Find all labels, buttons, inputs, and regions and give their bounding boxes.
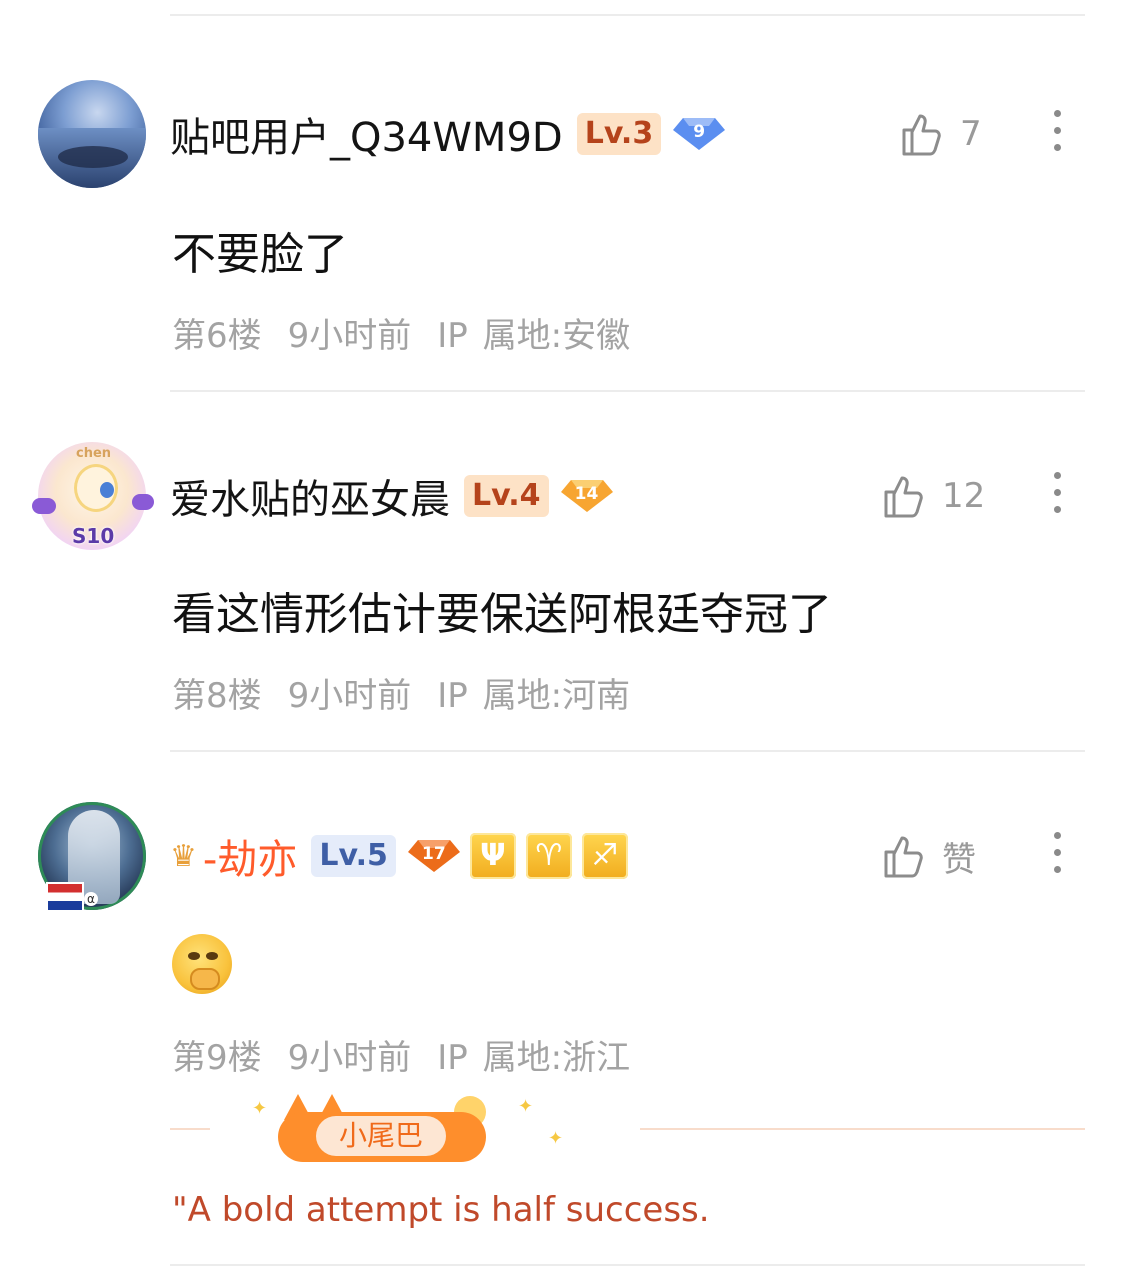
divider bbox=[170, 14, 1085, 16]
star-icon: ✦ bbox=[548, 1128, 564, 1149]
avatar[interactable] bbox=[38, 80, 146, 188]
post-time: 9小时前 bbox=[287, 316, 412, 356]
gem-number: 17 bbox=[422, 844, 446, 864]
star-icon: ✦ bbox=[518, 1096, 534, 1117]
level-badge: Lv.4 bbox=[464, 475, 549, 517]
gem-icon: 14 bbox=[560, 478, 613, 514]
tail-divider bbox=[640, 1128, 1085, 1130]
flag-icon bbox=[46, 882, 84, 912]
floor-number: 第8楼 bbox=[172, 676, 262, 716]
gem-number: 14 bbox=[574, 484, 599, 504]
username[interactable]: -劫亦 bbox=[203, 827, 297, 885]
avatar-badge: α bbox=[84, 892, 98, 906]
ip-location: IP 属地:河南 bbox=[437, 676, 631, 716]
like-label: 赞 bbox=[942, 839, 976, 880]
sagittarius-tag-icon: ♐ bbox=[581, 833, 628, 879]
floor-number: 第9楼 bbox=[172, 1038, 262, 1078]
comment-header: 贴吧用户_Q34WM9D Lv.3 9 bbox=[170, 80, 726, 188]
post-time: 9小时前 bbox=[287, 1038, 412, 1078]
tail-badge: 小尾巴 bbox=[278, 1094, 488, 1164]
tail-divider bbox=[170, 1128, 210, 1130]
username[interactable]: 贴吧用户_Q34WM9D bbox=[170, 105, 563, 163]
comment-meta: 第6楼 9小时前 IP 属地:安徽 bbox=[172, 308, 656, 357]
more-vertical-icon[interactable] bbox=[1040, 472, 1074, 520]
level-badge: Lv.3 bbox=[576, 113, 662, 155]
aries-tag-icon: ♈ bbox=[525, 833, 572, 879]
divider bbox=[170, 1264, 1085, 1266]
neptune-tag-icon: Ψ bbox=[469, 833, 516, 879]
divider bbox=[170, 390, 1085, 392]
ip-location: IP 属地:安徽 bbox=[437, 316, 631, 356]
thumbs-up-icon bbox=[902, 114, 941, 156]
star-icon: ✦ bbox=[252, 1098, 268, 1119]
avatar[interactable]: chen S10 bbox=[32, 442, 154, 550]
game-controller-icon bbox=[32, 498, 56, 514]
like-button[interactable]: 7 bbox=[898, 80, 982, 188]
ip-location: IP 属地:浙江 bbox=[437, 1038, 631, 1078]
gem-icon: 9 bbox=[673, 116, 726, 152]
floor-number: 第6楼 bbox=[172, 316, 262, 356]
like-count: 12 bbox=[942, 476, 986, 516]
more-vertical-icon[interactable] bbox=[1040, 832, 1074, 880]
thumbs-up-icon bbox=[884, 476, 923, 518]
more-vertical-icon[interactable] bbox=[1040, 110, 1074, 158]
comment-meta: 第8楼 9小时前 IP 属地:河南 bbox=[172, 668, 656, 717]
like-button[interactable]: 12 bbox=[880, 442, 985, 550]
gem-number: 9 bbox=[693, 122, 706, 142]
level-badge: Lv.5 bbox=[311, 835, 396, 877]
like-button[interactable]: 赞 bbox=[880, 802, 976, 910]
avatar-text: chen bbox=[76, 446, 112, 461]
username[interactable]: 爱水贴的巫女晨 bbox=[170, 467, 450, 525]
divider bbox=[170, 750, 1085, 752]
comment-text: 看这情形估计要保送阿根廷夺冠了 bbox=[172, 589, 832, 640]
covering-mouth-emoji-icon bbox=[172, 934, 232, 994]
crown-icon: ♛ bbox=[170, 838, 197, 874]
like-count: 7 bbox=[960, 114, 982, 154]
post-time: 9小时前 bbox=[287, 676, 412, 716]
comment-text: 不要脸了 bbox=[172, 229, 348, 280]
thumbs-up-icon bbox=[884, 836, 923, 878]
game-controller-icon bbox=[132, 494, 154, 510]
signature-text: "A bold attempt is half success. bbox=[172, 1190, 710, 1230]
gem-icon: 17 bbox=[407, 838, 460, 874]
comment-header: 爱水贴的巫女晨 Lv.4 14 bbox=[170, 442, 613, 550]
avatar-badge: S10 bbox=[72, 524, 115, 548]
comment-header: ♛ -劫亦 Lv.5 17 Ψ ♈ ♐ bbox=[170, 802, 628, 910]
tail-label: 小尾巴 bbox=[316, 1116, 446, 1156]
avatar[interactable]: α bbox=[38, 802, 146, 912]
comment-meta: 第9楼 9小时前 IP 属地:浙江 bbox=[172, 1030, 656, 1079]
